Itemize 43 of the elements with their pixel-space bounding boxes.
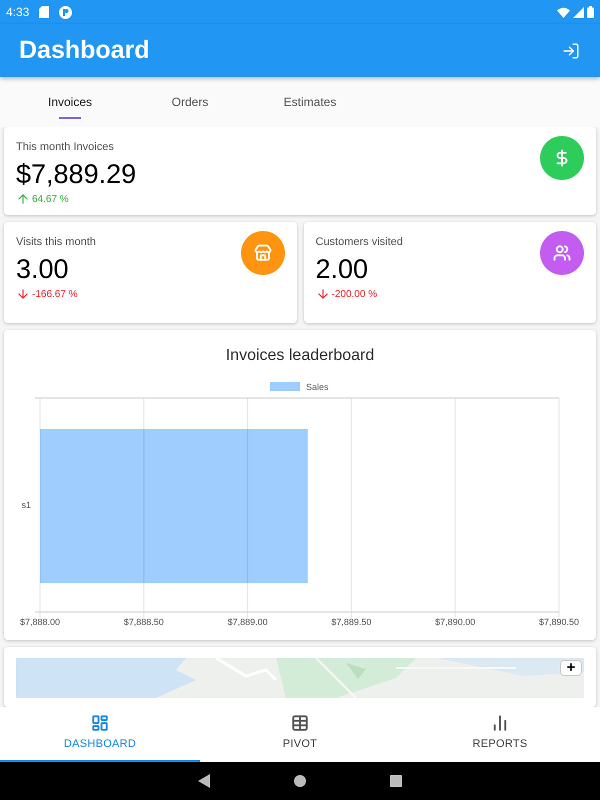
people-icon [553,244,571,262]
status-time: 4:33 [6,4,30,21]
back-icon[interactable] [198,774,210,788]
stat-value: 3.00 [16,252,70,286]
exit-icon [562,42,580,60]
x-tick-label: $7,888.50 [124,617,164,627]
nav-item[interactable]: REPORTS [400,707,600,762]
dashboard-icon [91,714,109,732]
stat-change: -166.67 % [32,288,78,302]
stat-change: 64.67 % [32,192,69,206]
x-tick-label: $7,889.50 [331,617,372,627]
tab[interactable]: Orders [130,77,250,127]
home-icon[interactable] [294,775,306,787]
stat-value: 2.00 [316,252,370,286]
store-icon [254,244,272,262]
sd-card-icon [39,6,50,18]
zoom-in-button[interactable]: + [560,660,582,676]
nav-item[interactable]: PIVOT [200,707,400,762]
battery-icon [587,6,594,18]
stat-change: -200.00 % [332,288,378,302]
stat-title: Visits this month [16,235,96,250]
app-title: Dashboard [19,34,150,66]
x-tick-label: $7,888.00 [20,617,60,627]
tab[interactable]: Estimates [250,77,370,127]
x-tick-label: $7,889.00 [228,617,268,627]
y-tick-label: s1 [21,500,31,510]
tab[interactable]: Invoices [10,77,130,127]
arrow-down-icon [316,287,330,301]
bar-chart-icon [491,714,509,732]
signal-icon [573,6,584,18]
x-tick-label: $7,890.50 [538,617,580,627]
wifi-icon [557,6,570,18]
stat-title: This month Invoices [16,140,115,155]
arrow-up-icon [16,192,30,206]
chart-title: Invoices leaderboard [226,346,374,366]
x-tick-label: $7,890.00 [435,617,476,627]
legend: Sales [270,382,329,392]
table-icon [291,714,309,732]
stat-title: Customers visited [316,235,403,250]
app-notification-icon [59,6,72,18]
stat-value: $7,889.29 [16,158,136,190]
legend-label: Sales [306,382,330,392]
logout-button[interactable] [562,42,580,60]
